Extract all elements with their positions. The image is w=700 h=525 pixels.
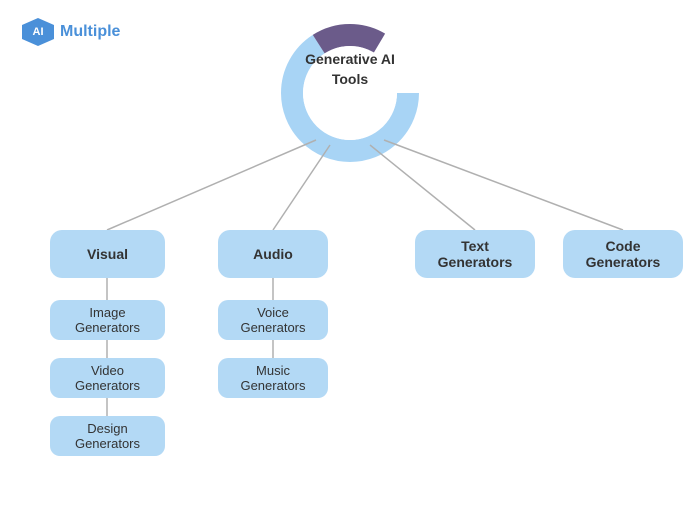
node-voice-generators: Voice Generators <box>218 300 328 340</box>
node-code-generators: Code Generators <box>563 230 683 278</box>
node-video-gen-label: Video Generators <box>60 363 155 393</box>
node-audio: Audio <box>218 230 328 278</box>
logo-name: Multiple <box>60 23 120 40</box>
node-image-generators: Image Generators <box>50 300 165 340</box>
line-code <box>384 140 623 230</box>
line-text <box>370 145 475 230</box>
node-voice-gen-label: Voice Generators <box>228 305 318 335</box>
center-node: Generative AI Tools <box>300 50 400 89</box>
center-label: Generative AI Tools <box>305 51 395 87</box>
node-visual: Visual <box>50 230 165 278</box>
node-visual-label: Visual <box>87 246 128 262</box>
node-audio-label: Audio <box>253 246 293 262</box>
logo: AI Multiple <box>22 18 120 46</box>
node-video-generators: Video Generators <box>50 358 165 398</box>
node-design-generators: Design Generators <box>50 416 165 456</box>
node-text-gen-label: Text Generators <box>425 238 525 270</box>
logo-text: Multiple <box>60 23 120 41</box>
logo-icon: AI <box>22 18 54 46</box>
node-music-generators: Music Generators <box>218 358 328 398</box>
node-code-gen-label: Code Generators <box>573 238 673 270</box>
node-music-gen-label: Music Generators <box>228 363 318 393</box>
node-image-gen-label: Image Generators <box>60 305 155 335</box>
line-audio <box>273 145 330 230</box>
node-text-generators: Text Generators <box>415 230 535 278</box>
node-design-gen-label: Design Generators <box>60 421 155 451</box>
line-visual <box>107 140 316 230</box>
